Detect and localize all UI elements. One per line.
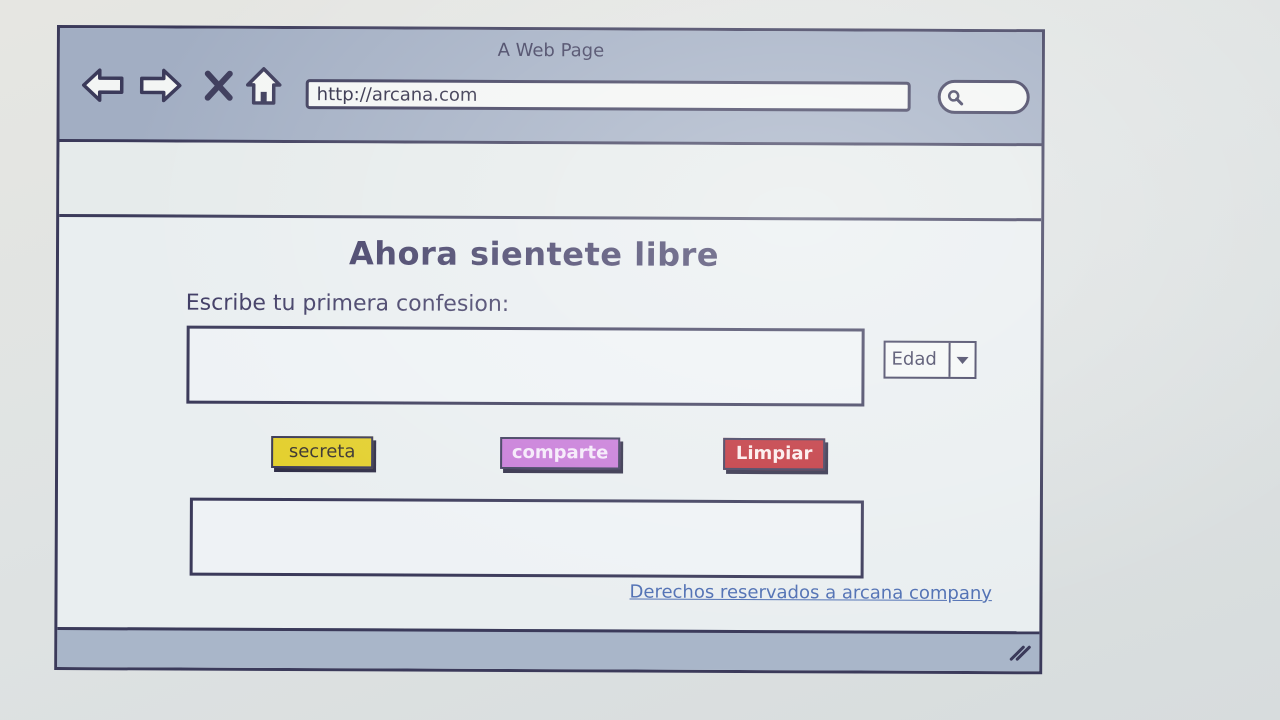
header-band <box>59 142 1042 222</box>
comparte-button[interactable]: comparte <box>500 436 621 470</box>
confession-textarea[interactable] <box>186 325 865 407</box>
confession-label: Escribe tu primera confesion: <box>185 290 510 317</box>
resize-grip-icon[interactable] <box>1007 641 1031 665</box>
forward-arrow-icon[interactable] <box>138 64 184 106</box>
confessions-output-box[interactable] <box>189 497 864 579</box>
browser-titlebar: A Web Page http://arcana.com <box>59 28 1042 147</box>
age-dropdown[interactable]: Edad <box>883 340 977 380</box>
search-field[interactable] <box>937 79 1030 115</box>
window-title: A Web Page <box>497 39 605 62</box>
search-icon <box>947 90 964 106</box>
close-icon[interactable] <box>202 65 236 107</box>
browser-window: A Web Page http://arcana.com Ahora sient… <box>54 25 1045 675</box>
back-arrow-icon[interactable] <box>80 64 126 106</box>
url-bar[interactable]: http://arcana.com <box>305 79 911 112</box>
status-bar <box>57 627 1040 672</box>
limpiar-button[interactable]: Limpiar <box>723 437 826 471</box>
chevron-down-icon[interactable] <box>950 343 974 377</box>
page-content: Ahora sientete libre Escribe tu primera … <box>57 217 1041 633</box>
copyright-link[interactable]: Derechos reservados a arcana company <box>629 582 992 605</box>
page-title: Ahora sientete libre <box>348 234 720 274</box>
age-dropdown-value: Edad <box>885 342 951 377</box>
secreta-button[interactable]: secreta <box>271 435 374 469</box>
home-icon[interactable] <box>244 65 284 107</box>
